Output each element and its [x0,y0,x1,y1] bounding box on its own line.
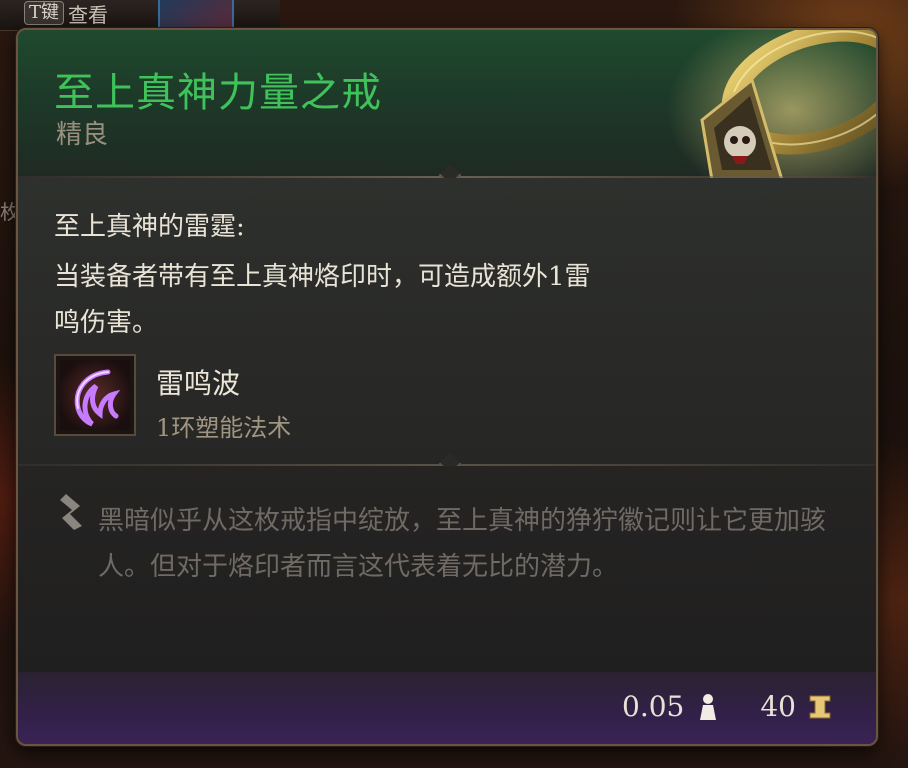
gold-icon [809,695,831,718]
effect-title: 至上真神的雷霆: [54,212,245,242]
spell-level: 1环塑能法术 [156,414,292,442]
tooltip-footer: 0.05 40 [18,672,876,744]
item-name: 至上真神力量之戒 [54,70,382,116]
lore-section: 黑暗似乎从这枚戒指中绽放，至上真神的狰狞徽记则让它更加骇人。但对于烙印者而言这代… [18,466,876,672]
examine-label: 查看 [68,2,109,27]
item-stats: 0.05 40 [622,690,834,723]
item-tooltip: 至上真神力量之戒 精良 至上真神的雷霆: 当装备者带有至上真神烙印时，可造成额外… [16,28,878,746]
effect-section: 至上真神的雷霆: 当装备者带有至上真神烙印时，可造成额外1雷鸣伤害。 雷鸣波 1… [18,178,876,464]
examine-key-hint[interactable]: T键 查看 [24,0,109,27]
quill-icon [60,494,82,530]
top-hotbar: T键 查看 [0,0,280,31]
key-cap: T键 [24,1,65,25]
thunderwave-symbol [60,360,130,430]
weight-icon [700,693,717,720]
thunderwave-icon[interactable] [54,354,136,436]
gold-value: 40 [760,690,796,723]
hotbar-slot[interactable] [158,0,234,30]
lore-text: 黑暗似乎从这枚戒指中绽放，至上真神的狰狞徽记则让它更加骇人。但对于烙印者而言这代… [98,506,827,582]
weight-value: 0.05 [622,690,685,723]
effect-description: 当装备者带有至上真神烙印时，可造成额外1雷鸣伤害。 [54,262,591,338]
item-rarity: 精良 [56,120,109,150]
spell-name: 雷鸣波 [156,367,241,400]
